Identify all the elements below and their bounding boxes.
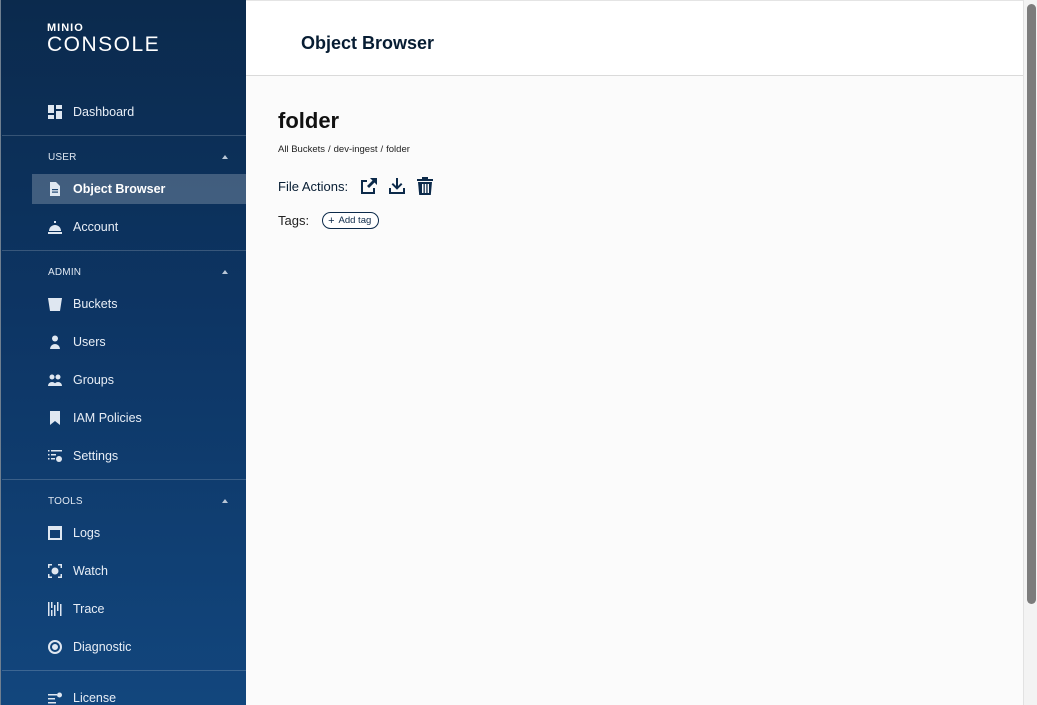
settings-icon [48,449,62,463]
sidebar-item-label: Diagnostic [73,640,132,654]
sidebar-item-label: IAM Policies [73,411,142,425]
caret-up-icon [222,270,228,274]
scrollbar-thumb[interactable] [1027,4,1036,604]
group-icon [48,373,62,387]
delete-button[interactable] [415,176,435,196]
minio-console-logo[interactable]: MINIO CONSOLE [47,22,160,56]
breadcrumb-separator: / [328,144,331,155]
bucket-icon [48,297,62,311]
tags-row: Tags: + Add tag [278,212,380,229]
caret-up-icon [222,499,228,503]
breadcrumb-bucket[interactable]: dev-ingest [334,144,378,155]
file-actions-bar: File Actions: [278,176,443,196]
page-header: Object Browser [246,0,1023,76]
user-icon [48,335,62,349]
sidebar-item-label: Watch [73,564,108,578]
section-label: USER [48,151,77,163]
sidebar-item-users[interactable]: Users [32,327,246,357]
sidebar-divider [2,479,246,480]
sidebar-item-label: Trace [73,602,105,616]
section-toggle-user[interactable]: USER [48,149,228,165]
sidebar-item-watch[interactable]: Watch [32,556,246,586]
sidebar-divider [2,670,246,671]
page-title: Object Browser [301,33,435,53]
sidebar-item-dashboard[interactable]: Dashboard [32,97,246,127]
sidebar-item-label: Dashboard [73,105,135,119]
section-label: TOOLS [48,495,83,507]
breadcrumb-separator: / [380,144,384,155]
section-toggle-admin[interactable]: ADMIN [48,264,228,280]
trash-icon [417,177,434,195]
add-tag-label: Add tag [338,215,372,226]
sidebar-item-diagnostic[interactable]: Diagnostic [32,632,246,662]
dashboard-icon [48,105,62,119]
sidebar-item-object-browser[interactable]: Object Browser [32,174,246,204]
sidebar-item-label: Object Browser [73,182,166,196]
download-icon [389,178,406,194]
sidebar-item-label: License [73,691,117,705]
sidebar-item-label: Buckets [73,297,118,311]
watch-target-icon [48,564,62,578]
vertical-scrollbar[interactable] [1023,0,1037,705]
sidebar-item-settings[interactable]: Settings [32,441,246,471]
sidebar-item-buckets[interactable]: Buckets [32,289,246,319]
sidebar-item-logs[interactable]: Logs [32,518,246,548]
tags-label: Tags: [278,213,310,228]
sidebar-item-label: Logs [73,526,101,540]
download-button[interactable] [387,176,407,196]
sidebar-item-groups[interactable]: Groups [32,365,246,395]
folder-title: folder [278,108,340,133]
main-content: folder All Buckets / dev-ingest / folder… [246,76,1023,705]
sidebar-divider [2,135,246,136]
bookmark-icon [48,411,62,425]
file-icon [48,182,62,196]
sidebar-item-label: Users [73,335,106,349]
trace-icon [48,602,62,616]
plus-icon: + [328,214,335,227]
breadcrumb-all-buckets[interactable]: All Buckets [278,144,325,155]
logs-window-icon [48,526,62,540]
sidebar: MINIO CONSOLE Dashboard USER Object Brow… [0,0,246,705]
section-label: ADMIN [48,266,82,278]
sidebar-divider [2,250,246,251]
app-window: MINIO CONSOLE Dashboard USER Object Brow… [0,0,1037,705]
breadcrumb: All Buckets / dev-ingest / folder [278,144,410,155]
share-icon [361,178,378,194]
diagnostic-icon [48,640,62,654]
sidebar-item-license[interactable]: License [32,683,246,705]
breadcrumb-folder[interactable]: folder [386,144,410,155]
sidebar-item-trace[interactable]: Trace [32,594,246,624]
license-icon [48,691,62,705]
share-button[interactable] [359,176,379,196]
section-toggle-tools[interactable]: TOOLS [48,493,228,509]
service-bell-icon [48,220,62,234]
file-actions-label: File Actions: [278,178,349,194]
sidebar-item-iam-policies[interactable]: IAM Policies [32,403,246,433]
add-tag-button[interactable]: + Add tag [322,212,380,229]
sidebar-item-label: Settings [73,449,119,463]
sidebar-item-account[interactable]: Account [32,212,246,242]
sidebar-item-label: Account [73,220,119,234]
sidebar-item-label: Groups [73,373,114,387]
logo-big-text: CONSOLE [47,33,161,56]
caret-up-icon [222,155,228,159]
